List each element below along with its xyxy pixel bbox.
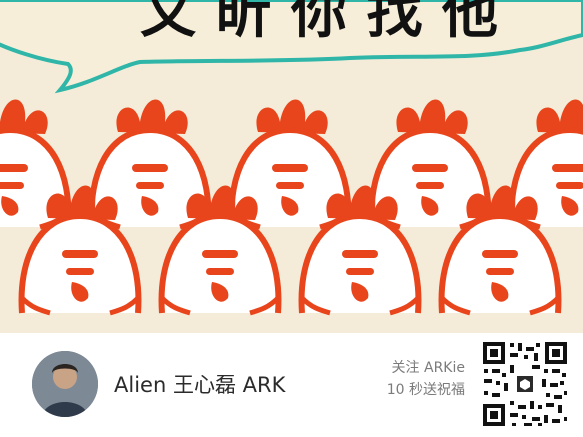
follow-callout: 关注 ARKie 10 秒送祝福	[345, 357, 465, 401]
author-avatar[interactable]	[32, 351, 98, 417]
wish-text: 10 秒送祝福	[386, 382, 465, 398]
author-name: Alien 王心磊 ARK	[114, 373, 286, 397]
poster-artwork: 又 昕 你 找 他	[0, 0, 583, 333]
poster: 又 昕 你 找 他 Alien 王心磊 ARK 关注 ARKie 10 秒送祝福	[0, 0, 583, 437]
qr-code-icon[interactable]	[480, 339, 570, 429]
share-footer: Alien 王心磊 ARK 关注 ARKie 10 秒送祝福	[0, 333, 583, 437]
person-icon	[32, 351, 98, 417]
follow-text: 关注 ARKie	[391, 360, 465, 376]
headline-text: 又 昕 你 找 他	[140, 0, 498, 46]
